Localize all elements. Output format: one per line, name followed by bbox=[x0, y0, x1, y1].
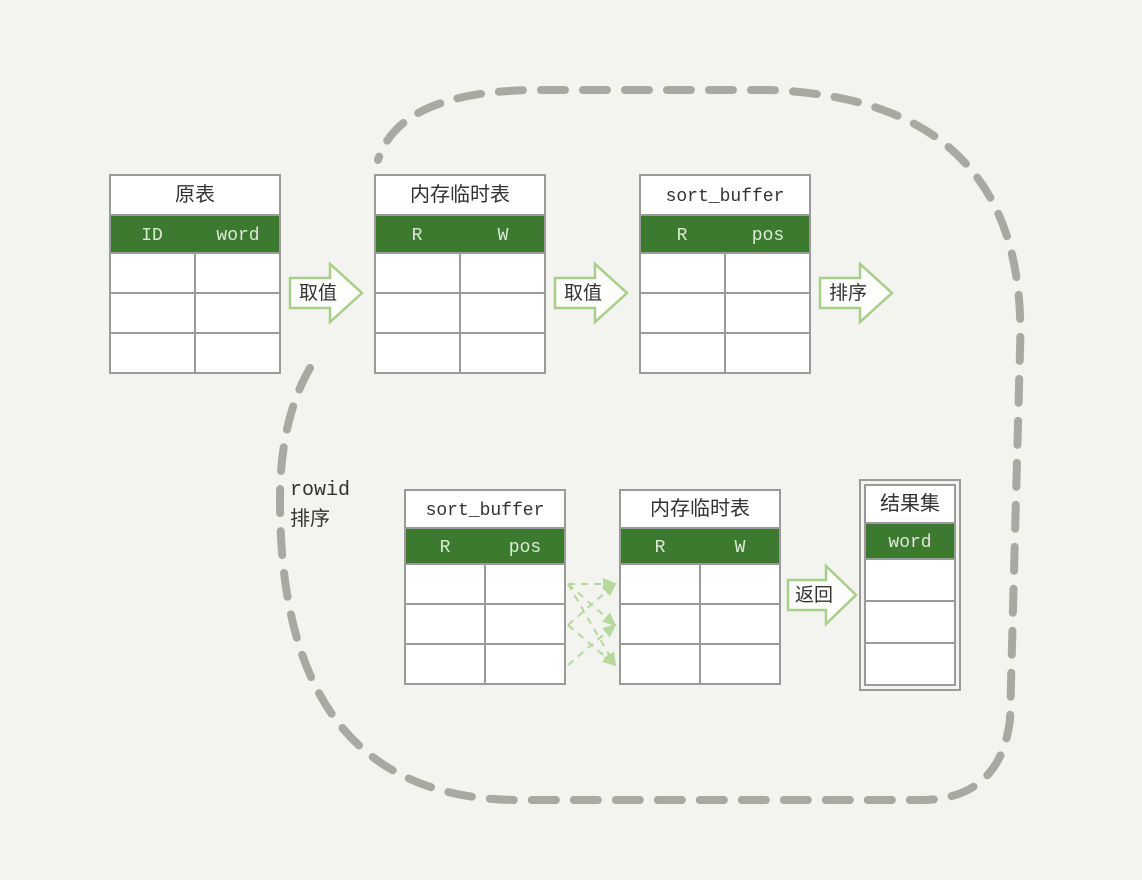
table-sbuf2-title: sort_buffer bbox=[426, 501, 545, 521]
table-mem2: 内存临时表 R W bbox=[620, 490, 780, 684]
table-mem1-title: 内存临时表 bbox=[410, 182, 510, 206]
side-label-sort: 排序 bbox=[290, 506, 330, 530]
side-label: rowid 排序 bbox=[290, 479, 350, 530]
arrow-2-label: 取值 bbox=[564, 282, 602, 304]
table-original-title: 原表 bbox=[175, 182, 215, 206]
col-ID: ID bbox=[141, 226, 163, 246]
col-word: word bbox=[888, 533, 931, 553]
table-sbuf1: sort_buffer R pos bbox=[640, 175, 810, 373]
arrow-1: 取值 bbox=[290, 264, 362, 322]
col-word: word bbox=[216, 226, 259, 246]
table-sbuf2: sort_buffer R pos bbox=[405, 490, 565, 684]
arrow-3-label: 排序 bbox=[829, 282, 867, 304]
arrow-1-label: 取值 bbox=[299, 282, 337, 304]
cross-arrows bbox=[568, 584, 615, 665]
col-R: R bbox=[655, 538, 666, 558]
col-R: R bbox=[440, 538, 451, 558]
col-pos: pos bbox=[752, 226, 784, 246]
arrow-4-label: 返回 bbox=[795, 584, 833, 606]
arrow-3: 排序 bbox=[820, 264, 892, 322]
arrow-2: 取值 bbox=[555, 264, 627, 322]
arrow-4: 返回 bbox=[788, 566, 856, 624]
table-mem1: 内存临时表 R W bbox=[375, 175, 545, 373]
col-W: W bbox=[498, 226, 509, 246]
col-W: W bbox=[735, 538, 746, 558]
col-pos: pos bbox=[509, 538, 541, 558]
col-R: R bbox=[412, 226, 423, 246]
side-label-rowid: rowid bbox=[290, 479, 350, 502]
col-R: R bbox=[677, 226, 688, 246]
table-result-title: 结果集 bbox=[880, 491, 940, 515]
table-mem2-title: 内存临时表 bbox=[650, 496, 750, 520]
table-original: 原表 ID word bbox=[110, 175, 280, 373]
table-sbuf1-title: sort_buffer bbox=[666, 187, 785, 207]
table-result: 结果集 word bbox=[860, 480, 960, 690]
